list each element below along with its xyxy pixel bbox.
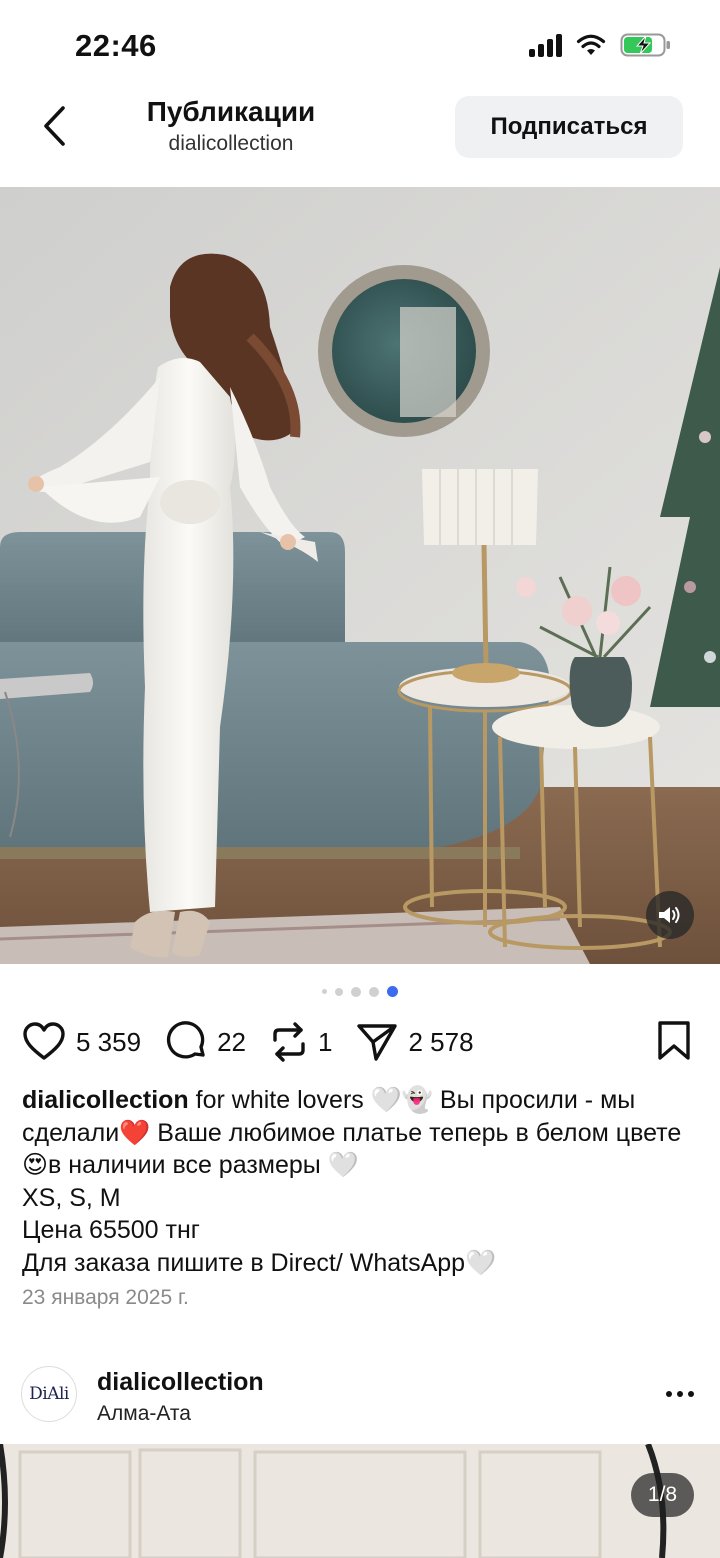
heart-icon bbox=[23, 1022, 65, 1060]
next-post-photo[interactable] bbox=[0, 1444, 720, 1558]
next-post-location[interactable]: Алма-Ата bbox=[97, 1402, 191, 1426]
caption-line: dialicollection for white lovers 🤍👻 Вы п… bbox=[22, 1084, 702, 1182]
post-image bbox=[0, 187, 720, 964]
caption-price: Цена 65500 тнг bbox=[22, 1216, 200, 1244]
next-post-image bbox=[0, 1444, 720, 1558]
page-subtitle[interactable]: dialicollection bbox=[0, 132, 462, 156]
caption-sizes: XS, S, M bbox=[22, 1183, 121, 1212]
post-actions: 5 359 22 1 2 578 bbox=[22, 1018, 498, 1066]
comment-count: 22 bbox=[217, 1026, 246, 1057]
like-count: 5 359 bbox=[76, 1026, 142, 1057]
caption-order: Для заказа пишите в Direct/ WhatsApp🤍 bbox=[22, 1248, 497, 1277]
repost-button[interactable]: 1 bbox=[270, 1022, 332, 1062]
more-dot bbox=[666, 1391, 672, 1397]
repost-icon bbox=[273, 1022, 305, 1062]
status-icons bbox=[529, 32, 672, 58]
repost-count: 1 bbox=[318, 1026, 333, 1057]
sound-toggle-button[interactable] bbox=[646, 891, 694, 939]
carousel-dot bbox=[335, 987, 343, 996]
save-button[interactable] bbox=[656, 1020, 692, 1067]
post-photo[interactable] bbox=[0, 187, 720, 964]
avatar-logo: DiAli bbox=[29, 1384, 69, 1404]
next-post-header: DiAli dialicollection Алма-Ата bbox=[0, 1362, 720, 1442]
comment-button[interactable]: 22 bbox=[165, 1021, 246, 1063]
status-bar: 22:46 bbox=[0, 0, 720, 90]
post-caption: dialicollection for white lovers 🤍👻 Вы п… bbox=[22, 1084, 702, 1279]
share-count: 2 578 bbox=[408, 1026, 474, 1057]
caption-username[interactable]: dialicollection bbox=[22, 1086, 189, 1114]
carousel-dot-active bbox=[387, 986, 398, 997]
avatar[interactable]: DiAli bbox=[21, 1366, 77, 1422]
carousel-dot bbox=[369, 986, 379, 997]
follow-button[interactable]: Подписаться bbox=[455, 96, 683, 158]
post-date: 23 января 2025 г. bbox=[22, 1286, 189, 1309]
more-dot bbox=[688, 1391, 694, 1397]
share-button[interactable]: 2 578 bbox=[356, 1022, 474, 1062]
page-title: Публикации bbox=[146, 96, 316, 127]
comment-icon bbox=[166, 1021, 205, 1059]
carousel-dot bbox=[322, 989, 327, 994]
send-icon bbox=[357, 1024, 398, 1061]
status-time: 22:46 bbox=[75, 28, 157, 63]
next-post-username[interactable]: dialicollection bbox=[97, 1368, 264, 1397]
cellular-signal-icon bbox=[529, 33, 562, 57]
carousel-dot bbox=[351, 986, 361, 997]
slide-counter: 1/8 bbox=[631, 1473, 694, 1517]
like-button[interactable]: 5 359 bbox=[22, 1022, 141, 1062]
more-dot bbox=[677, 1391, 683, 1397]
header: Публикации dialicollection Подписаться bbox=[0, 90, 720, 187]
speaker-icon bbox=[659, 907, 680, 923]
battery-charging-icon bbox=[620, 33, 670, 57]
carousel-indicator bbox=[0, 986, 720, 997]
more-options-button[interactable] bbox=[660, 1380, 700, 1408]
bookmark-icon bbox=[658, 1021, 690, 1060]
wifi-icon bbox=[576, 34, 606, 55]
